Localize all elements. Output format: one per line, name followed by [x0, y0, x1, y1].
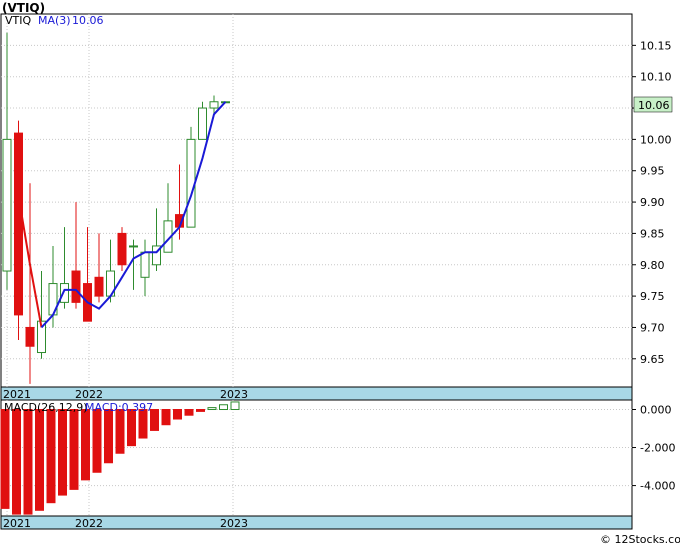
macd-bar [184, 409, 194, 416]
price-x-tick-label: 2021 [3, 388, 31, 401]
price-legend-ma-label: MA(3) [38, 14, 71, 27]
candle-body [209, 101, 219, 109]
last-price-label: 10.06 [638, 99, 670, 112]
candle-body [2, 138, 12, 272]
price-tick-label: 9.70 [640, 321, 665, 334]
price-tick-label: 9.75 [640, 290, 665, 303]
price-legend-ticker: VTIQ [5, 14, 31, 27]
chart-title: (VTIQ) [2, 1, 45, 15]
price-tick-label: 9.95 [640, 165, 665, 178]
macd-legend-label: MACD(26,12,9) [4, 401, 88, 414]
macd-x-tick-label: 2023 [220, 517, 248, 530]
macd-bar [12, 409, 21, 515]
candle-body [25, 326, 35, 347]
macd-bar [230, 401, 240, 411]
price-y-ticks: 9.659.709.759.809.859.909.9510.0010.0510… [632, 39, 672, 366]
macd-bar [0, 409, 10, 509]
macd-tick-label: -4.000 [640, 480, 675, 493]
footer-copyright: © 12Stocks.com [600, 533, 680, 546]
macd-bar [69, 409, 79, 490]
candle-body [94, 276, 104, 297]
macd-bar [46, 409, 56, 504]
macd-bar [92, 409, 102, 473]
price-tick-label: 9.85 [640, 227, 665, 240]
price-tick-label: 9.90 [640, 196, 665, 209]
candle-body [198, 107, 207, 140]
macd-tick-label: -2.000 [640, 442, 675, 455]
price-tick-label: 9.65 [640, 353, 665, 366]
macd-tick-label: 0.000 [640, 404, 672, 417]
candle-body [71, 270, 81, 303]
macd-x-tick-label: 2022 [75, 517, 103, 530]
macd-bar [161, 409, 171, 426]
macd-y-ticks: 0.000 -2.000 -4.000 [632, 404, 675, 493]
macd-bar [58, 409, 67, 496]
macd-bar [219, 404, 228, 411]
macd-bar [173, 409, 182, 420]
price-tick-label: 10.10 [640, 71, 672, 84]
macd-bar [127, 409, 136, 447]
macd-x-tick-label: 2021 [3, 517, 31, 530]
candle-body [14, 132, 23, 316]
candle-body [117, 232, 127, 266]
macd-bar [35, 409, 44, 511]
price-x-tick-label: 2023 [220, 388, 248, 401]
macd-bar [196, 409, 205, 412]
price-tick-label: 10.15 [640, 39, 672, 52]
macd-bar [115, 409, 125, 454]
macd-legend-value: MACD:0.397 [85, 401, 153, 414]
stock-chart: (VTIQ) 9.65 9.70 9.75 9.80 9.85 9.90 9.95 10.00… [0, 1, 680, 546]
macd-bar [81, 409, 90, 481]
price-tick-label: 10.00 [640, 133, 672, 146]
price-panel [0, 13, 633, 388]
price-tick-label: 9.80 [640, 259, 665, 272]
price-legend-ma-value: 10.06 [72, 14, 104, 27]
candle-body [129, 245, 138, 248]
candle-body [140, 251, 150, 278]
price-x-tick-label: 2022 [75, 388, 103, 401]
macd-bar [207, 407, 217, 411]
candle-body [60, 283, 69, 303]
macd-bar [23, 409, 33, 515]
macd-bar [104, 409, 113, 464]
